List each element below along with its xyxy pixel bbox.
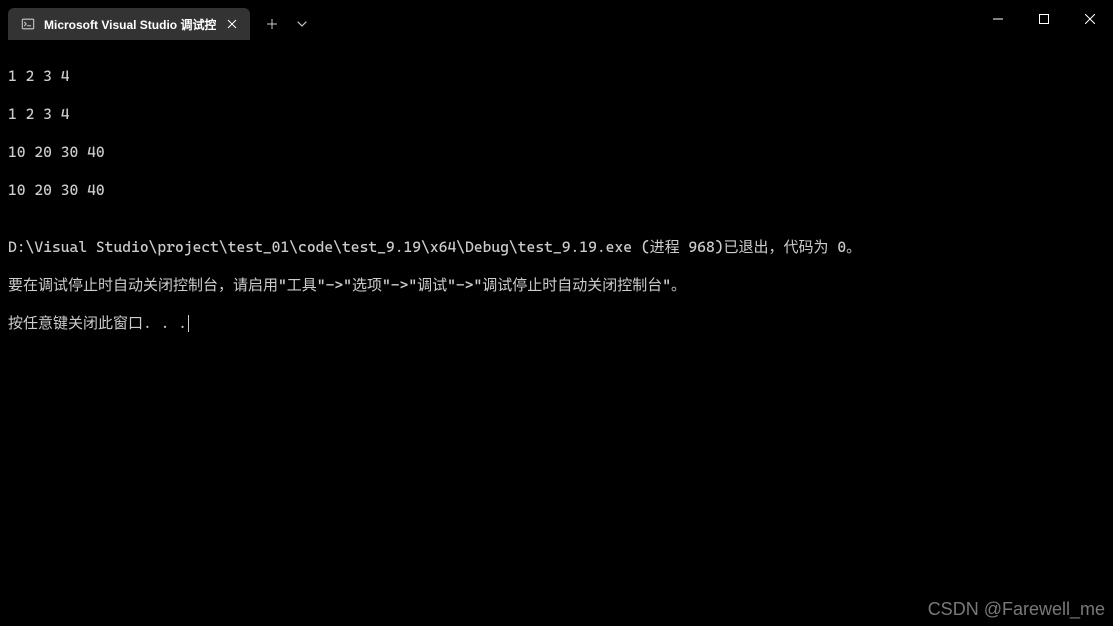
watermark: CSDN @Farewell_me bbox=[928, 599, 1105, 620]
titlebar: Microsoft Visual Studio 调试控 bbox=[0, 0, 1113, 40]
window-controls bbox=[975, 0, 1113, 38]
maximize-button[interactable] bbox=[1021, 0, 1067, 38]
terminal-output[interactable]: 1 2 3 4 1 2 3 4 10 20 30 40 10 20 30 40 … bbox=[0, 40, 1113, 360]
output-line: D:\Visual Studio\project\test_01\code\te… bbox=[8, 238, 1105, 257]
new-tab-button[interactable] bbox=[256, 8, 288, 40]
tab-close-button[interactable] bbox=[224, 16, 240, 32]
output-line: 10 20 30 40 bbox=[8, 181, 1105, 200]
output-line: 10 20 30 40 bbox=[8, 143, 1105, 162]
output-line: 1 2 3 4 bbox=[8, 105, 1105, 124]
minimize-button[interactable] bbox=[975, 0, 1021, 38]
active-tab[interactable]: Microsoft Visual Studio 调试控 bbox=[8, 8, 250, 40]
output-line: 1 2 3 4 bbox=[8, 67, 1105, 86]
close-window-button[interactable] bbox=[1067, 0, 1113, 38]
text-cursor bbox=[188, 315, 189, 332]
tab-title: Microsoft Visual Studio 调试控 bbox=[44, 16, 216, 33]
tab-dropdown-button[interactable] bbox=[288, 8, 316, 40]
tab-area: Microsoft Visual Studio 调试控 bbox=[0, 0, 316, 40]
output-line: 按任意键关闭此窗口. . . bbox=[8, 314, 1105, 333]
terminal-icon bbox=[20, 16, 36, 32]
output-line: 要在调试停止时自动关闭控制台，请启用"工具"->"选项"->"调试"->"调试停… bbox=[8, 276, 1105, 295]
